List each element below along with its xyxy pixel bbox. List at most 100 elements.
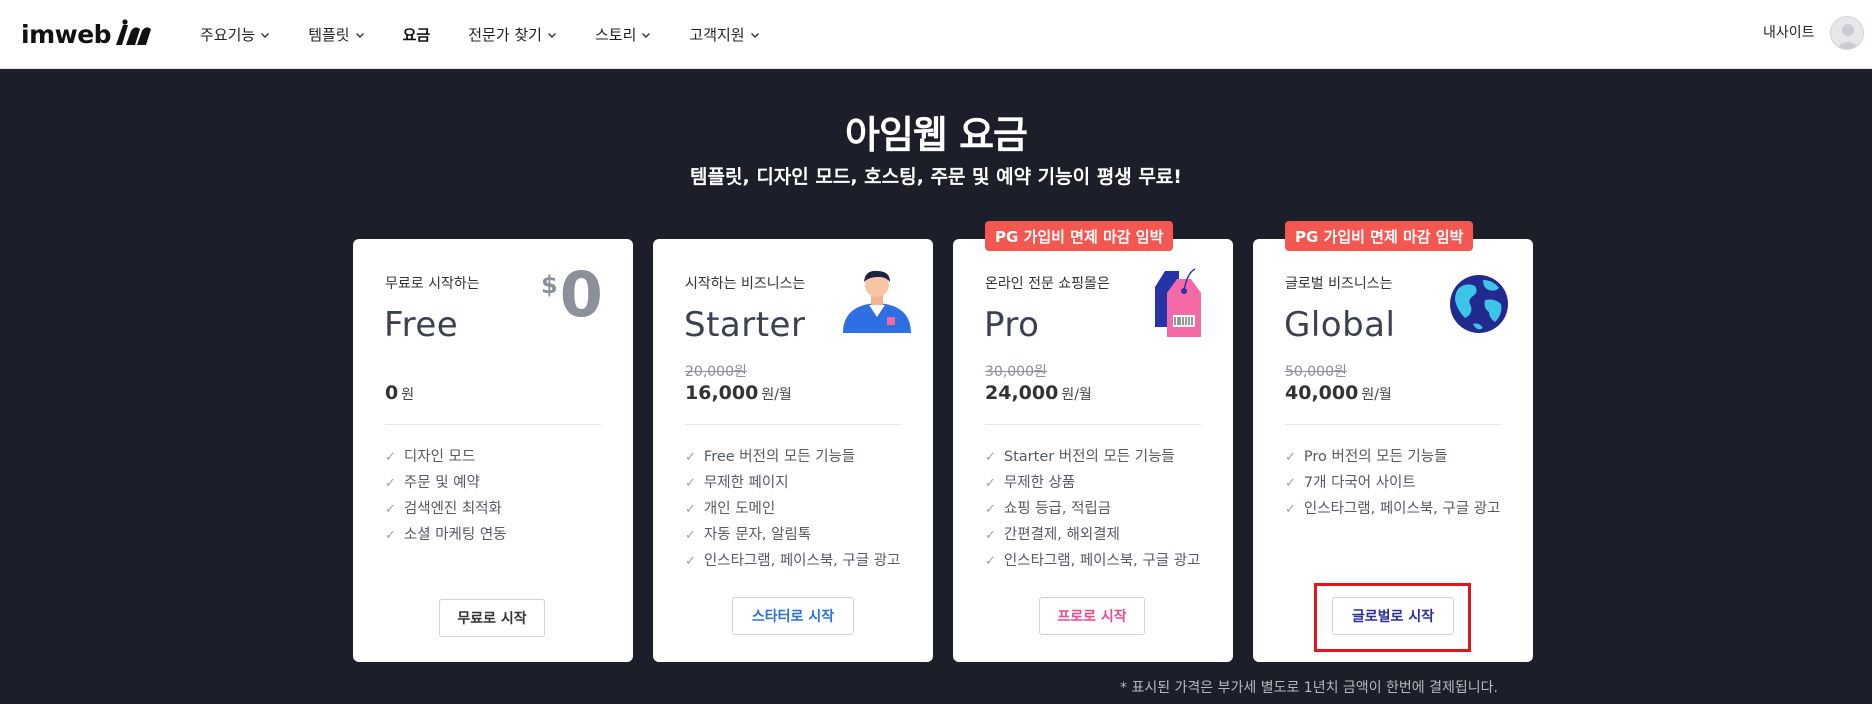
check-icon: ✓ xyxy=(685,528,696,543)
feature-label: 인스타그램, 페이스북, 구글 광고 xyxy=(1303,501,1501,517)
check-icon: ✓ xyxy=(685,476,696,491)
nav-label: 전문가 찾기 xyxy=(468,26,542,44)
check-icon: ✓ xyxy=(985,554,996,569)
chevron-down-icon xyxy=(750,32,759,38)
feature-item: ✓ 인스타그램, 페이스북, 구글 광고 xyxy=(685,551,907,572)
check-icon: ✓ xyxy=(385,528,396,543)
feature-label: 인스타그램, 페이스북, 구글 광고 xyxy=(1003,553,1201,569)
plan-tagline: 글로벌 비즈니스는 xyxy=(1285,276,1393,292)
plan-name: Global xyxy=(1284,305,1396,345)
plan-name: Starter xyxy=(684,305,806,345)
original-price: 30,000원 xyxy=(985,364,1047,380)
feature-label: Free 버전의 모든 기능들 xyxy=(703,449,856,465)
nav-item-pricing[interactable]: 요금 xyxy=(403,24,431,45)
nav-label: 주요기능 xyxy=(200,26,256,44)
check-icon: ✓ xyxy=(1285,502,1296,517)
check-icon: ✓ xyxy=(1285,476,1296,491)
plan-tagline: 시작하는 비즈니스는 xyxy=(685,276,806,292)
start-starter-button[interactable]: 스타터로 시작 xyxy=(732,597,854,635)
feature-label: 자동 문자, 알림톡 xyxy=(703,527,812,543)
nav-label: 스토리 xyxy=(595,26,637,44)
logo-mark-icon xyxy=(116,19,152,45)
feature-label: 인스타그램, 페이스북, 구글 광고 xyxy=(703,553,901,569)
feature-list: ✓ 디자인 모드 ✓ 주문 및 예약 ✓ 검색엔진 최적화 ✓ 소셜 마케팅 연동 xyxy=(385,447,607,551)
original-price: 20,000원 xyxy=(685,364,747,380)
nav-item-stories[interactable]: 스토리 xyxy=(595,24,651,45)
feature-label: 소셜 마케팅 연동 xyxy=(403,527,507,543)
feature-item: ✓ 검색엔진 최적화 xyxy=(385,499,607,520)
plan-card-starter: 시작하는 비즈니스는 Starter 20,000원 16,000 원/월 ✓ Fr… xyxy=(653,239,933,662)
nav-item-templates[interactable]: 템플릿 xyxy=(308,24,364,45)
feature-item: ✓ Free 버전의 모든 기능들 xyxy=(685,447,907,468)
feature-item: ✓ 주문 및 예약 xyxy=(385,473,607,494)
divider xyxy=(1285,424,1501,425)
check-icon: ✓ xyxy=(385,450,396,465)
start-pro-button[interactable]: 프로로 시작 xyxy=(1039,597,1145,635)
divider xyxy=(985,424,1201,425)
feature-label: 디자인 모드 xyxy=(403,449,476,465)
plan-price: 0원 xyxy=(385,382,414,404)
chevron-down-icon xyxy=(261,32,270,38)
promo-badge: PG 가입비 면제 마감 임박 xyxy=(1285,221,1474,251)
plan-price: 24,000 원/월 xyxy=(985,382,1092,404)
price-value: 40,000 xyxy=(1285,382,1359,404)
check-icon: ✓ xyxy=(385,476,396,491)
feature-item: ✓ 간편결제, 해외결제 xyxy=(985,525,1207,546)
nav-label: 템플릿 xyxy=(308,26,350,44)
price-value: 16,000 xyxy=(685,382,759,404)
nav-item-experts[interactable]: 전문가 찾기 xyxy=(468,24,557,45)
feature-item: ✓ 개인 도메인 xyxy=(685,499,907,520)
feature-item: ✓ Pro 버전의 모든 기능들 xyxy=(1285,447,1507,468)
feature-label: 간편결제, 해외결제 xyxy=(1003,527,1120,543)
nav-item-features[interactable]: 주요기능 xyxy=(200,24,270,45)
feature-item: ✓ 디자인 모드 xyxy=(385,447,607,468)
check-icon: ✓ xyxy=(985,528,996,543)
avatar[interactable] xyxy=(1830,16,1864,50)
big-zero: 0 xyxy=(559,258,603,331)
plan-tagline: 온라인 전문 쇼핑몰은 xyxy=(985,276,1110,292)
plan-price: 40,000 원/월 xyxy=(1285,382,1392,404)
feature-list: ✓ Pro 버전의 모든 기능들 ✓ 7개 다국어 사이트 ✓ 인스타그램, 페이스북… xyxy=(1285,447,1507,525)
feature-item: ✓ 인스타그램, 페이스북, 구글 광고 xyxy=(1285,499,1507,520)
logo-text: imweb xyxy=(21,19,112,49)
price-unit: 원/월 xyxy=(1361,387,1392,403)
check-icon: ✓ xyxy=(985,502,996,517)
feature-item: ✓ 7개 다국어 사이트 xyxy=(1285,473,1507,494)
globe-icon xyxy=(1450,275,1508,333)
start-free-button[interactable]: 무료로 시작 xyxy=(439,599,545,637)
price-tag-icon xyxy=(1155,268,1201,337)
nav-item-support[interactable]: 고객지원 xyxy=(689,24,759,45)
feature-label: 무제한 상품 xyxy=(1003,475,1076,491)
price-unit: 원 xyxy=(401,387,415,403)
dollar-sign: $ xyxy=(541,271,558,299)
chevron-down-icon xyxy=(355,32,364,38)
feature-label: 검색엔진 최적화 xyxy=(403,501,502,517)
business-person-icon xyxy=(843,270,911,333)
highlight-box xyxy=(1314,583,1471,652)
feature-item: ✓ 무제한 페이지 xyxy=(685,473,907,494)
feature-item: ✓ Starter 버전의 모든 기능들 xyxy=(985,447,1207,468)
feature-item: ✓ 쇼핑 등급, 적립금 xyxy=(985,499,1207,520)
check-icon: ✓ xyxy=(1285,450,1296,465)
price-unit: 원/월 xyxy=(761,387,792,403)
feature-label: Pro 버전의 모든 기능들 xyxy=(1303,449,1448,465)
feature-item: ✓ 자동 문자, 알림톡 xyxy=(685,525,907,546)
price-value: 24,000 xyxy=(985,382,1059,404)
page-subtitle: 템플릿, 디자인 모드, 호스팅, 주문 및 예약 기능이 평생 무료! xyxy=(690,166,1182,188)
feature-list: ✓ Free 버전의 모든 기능들 ✓ 무제한 페이지 ✓ 개인 도메인 ✓ 자동 문자… xyxy=(685,447,907,577)
plan-price: 16,000 원/월 xyxy=(685,382,792,404)
feature-list: ✓ Starter 버전의 모든 기능들 ✓ 무제한 상품 ✓ 쇼핑 등급, 적립금 … xyxy=(985,447,1207,577)
feature-label: 7개 다국어 사이트 xyxy=(1303,475,1416,491)
imweb-logo[interactable]: imweb xyxy=(21,17,157,51)
feature-label: Starter 버전의 모든 기능들 xyxy=(1003,449,1175,465)
plan-card-pro: PG 가입비 면제 마감 임박 온라인 전문 쇼핑몰은 Pro 30,000원 … xyxy=(953,221,1233,662)
free-price-graphic: $ 0 xyxy=(541,258,603,331)
nav-label: 요금 xyxy=(402,26,431,44)
feature-item: ✓ 무제한 상품 xyxy=(985,473,1207,494)
pricing-footnote: * 표시된 가격은 부가세 별도로 1년치 금액이 한번에 결제됩니다. xyxy=(1120,680,1498,696)
mysite-link[interactable]: 내사이트 xyxy=(1763,22,1815,42)
plan-name: Pro xyxy=(984,305,1040,345)
original-price: 50,000원 xyxy=(1285,364,1347,380)
feature-label: 개인 도메인 xyxy=(703,501,776,517)
plan-tagline: 무료로 시작하는 xyxy=(385,276,480,292)
